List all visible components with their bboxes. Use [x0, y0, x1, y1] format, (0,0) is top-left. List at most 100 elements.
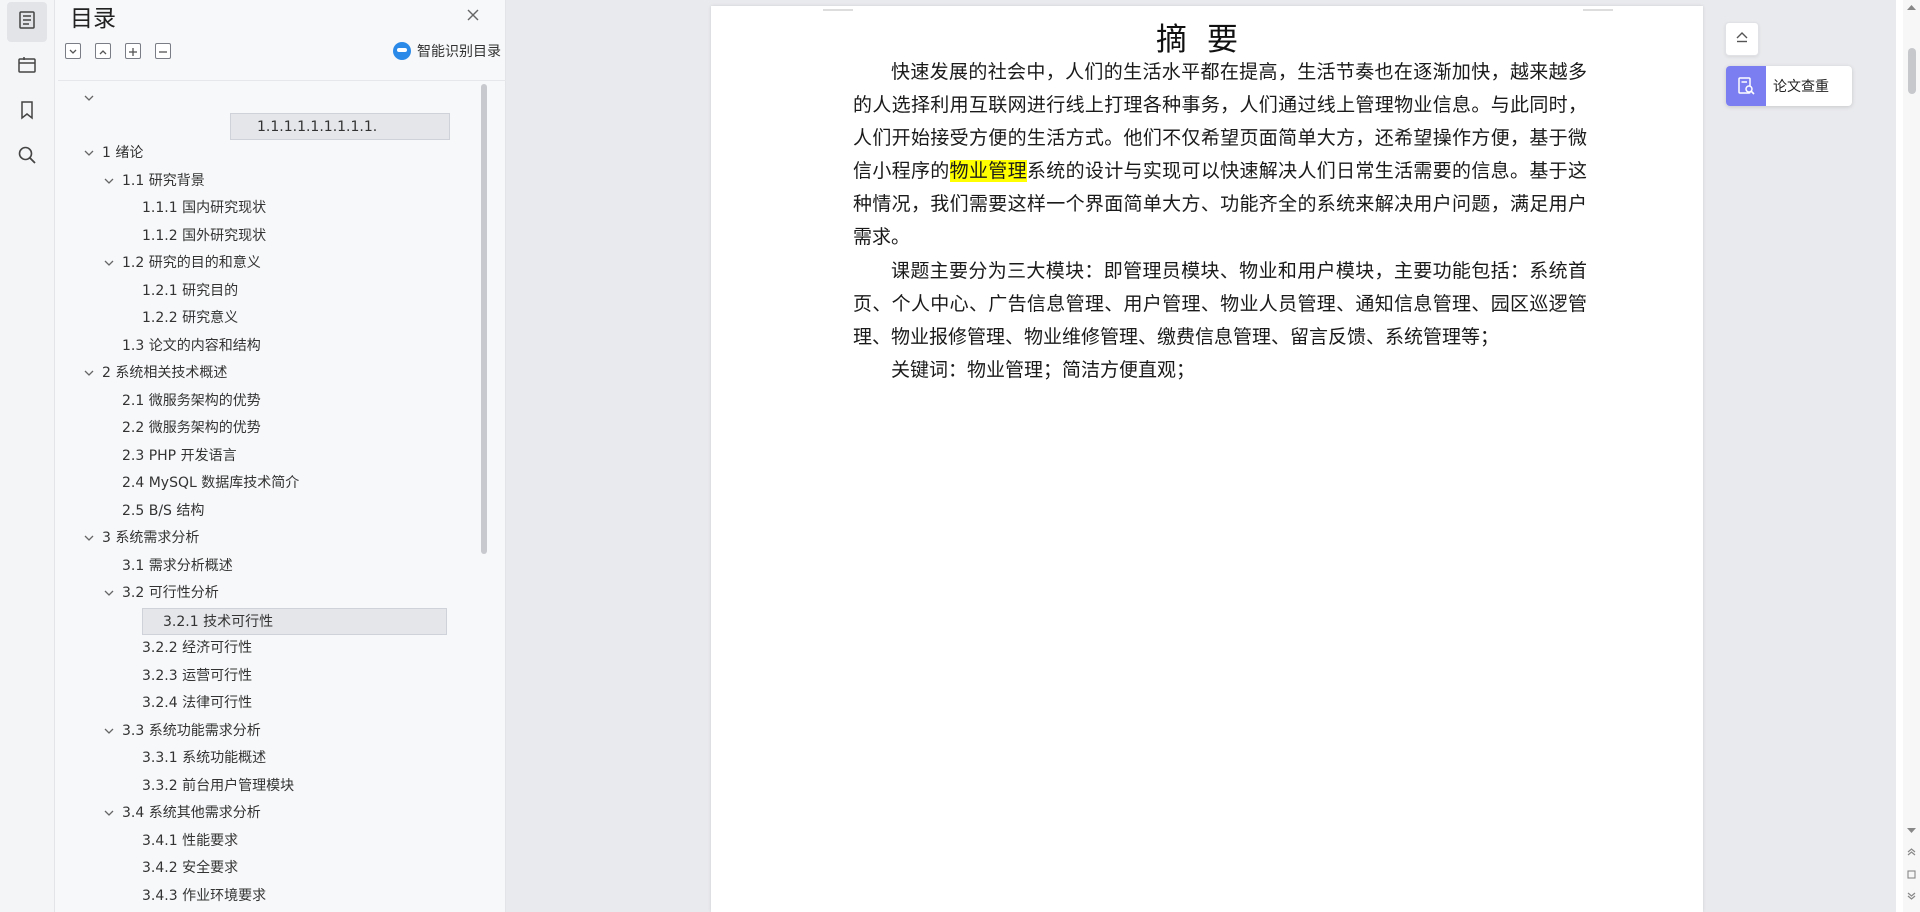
close-icon: [466, 7, 480, 26]
toc-item-label: 1.1.1.1.1.1.1.1.1.: [257, 118, 378, 135]
toc-item[interactable]: 3.3.1 系统功能概述: [142, 745, 266, 772]
toc-item[interactable]: 1.1 研究背景: [104, 168, 205, 195]
keywords-paragraph: 关键词：物业管理；简洁方便直观；: [891, 359, 1196, 381]
toc-item[interactable]: 3.1 需求分析概述: [122, 553, 233, 580]
toc-item[interactable]: 2.3 PHP 开发语言: [122, 443, 237, 470]
toc-item[interactable]: 2.1 微服务架构的优势: [122, 388, 261, 415]
back-to-top-button[interactable]: [1725, 22, 1759, 56]
toc-item[interactable]: 3.2.1 技术可行性: [142, 607, 447, 635]
toc-item[interactable]: 3.4 系统其他需求分析: [104, 800, 261, 827]
page-icon[interactable]: [1907, 870, 1916, 879]
chevron-down-icon[interactable]: [104, 726, 114, 736]
toc-item[interactable]: 2.4 MySQL 数据库技术简介: [122, 470, 299, 497]
toc-item[interactable]: 1.1.1.1.1.1.1.1.1.: [230, 112, 450, 140]
toc-item-label: 3.2.1 技术可行性: [163, 613, 274, 630]
toc-scrollbar[interactable]: [481, 84, 487, 554]
prev-page-icon[interactable]: [1907, 848, 1916, 856]
toc-item[interactable]: 3.2.2 经济可行性: [142, 635, 252, 662]
toc-item[interactable]: 2 系统相关技术概述: [84, 360, 228, 387]
toc-item-label: 3.2.2 经济可行性: [142, 640, 253, 656]
chevron-down-icon[interactable]: [84, 533, 94, 543]
search-icon: [17, 145, 37, 169]
toc-item[interactable]: 3.2.3 运营可行性: [142, 663, 252, 690]
toc-item[interactable]: 3 系统需求分析: [84, 525, 200, 552]
toc-item-label: 1.3 论文的内容和结构: [122, 337, 261, 354]
abstract-paragraph-2: 课题主要分为三大模块：即管理员模块、物业和用户模块，主要功能包括：系统首页、个人…: [853, 260, 1587, 348]
toc-panel: 目录 智能识别目录 1.1.1.1.1.1.1.1.1. 1 绪论 1.1 研究…: [55, 0, 508, 912]
toc-item-label: 1.2.1 研究目的: [142, 282, 239, 299]
document-search-icon: [1726, 66, 1766, 106]
toc-item[interactable]: 3.4.1 性能要求: [142, 828, 238, 855]
toc-item-label: 2.2 微服务架构的优势: [122, 420, 261, 436]
toc-item[interactable]: 3.2.4 法律可行性: [142, 690, 252, 717]
toc-item-label: 3.2.3 运营可行性: [142, 667, 253, 684]
chevron-down-icon[interactable]: [104, 258, 114, 268]
chevron-up-icon: [98, 42, 108, 61]
toc-item-label: 1.1.1 国内研究现状: [142, 200, 267, 216]
toc-item-label: 2.3 PHP 开发语言: [122, 447, 237, 464]
minus-icon: [158, 42, 168, 61]
chevron-down-icon[interactable]: [104, 808, 114, 818]
toc-item-label: 3.3 系统功能需求分析: [122, 722, 261, 739]
collapse-level-button[interactable]: [65, 43, 81, 59]
toc-item-label: 3 系统需求分析: [102, 530, 200, 546]
expand-level-button[interactable]: [95, 43, 111, 59]
toc-item[interactable]: 1.2 研究的目的和意义: [104, 250, 261, 277]
toc-item-label: 3.3.2 前台用户管理模块: [142, 777, 295, 794]
chevron-down-icon[interactable]: [104, 176, 114, 186]
smart-toc-label: 智能识别目录: [417, 44, 501, 60]
toc-item-label: 2.4 MySQL 数据库技术简介: [122, 475, 300, 491]
scroll-down-icon[interactable]: [1907, 827, 1916, 834]
chevron-down-icon[interactable]: [84, 93, 94, 103]
toc-item[interactable]: 3.4.3 作业环境要求: [142, 883, 266, 910]
chevron-down-icon: [68, 42, 78, 61]
toc-item[interactable]: 3.3 系统功能需求分析: [104, 718, 261, 745]
toc-item[interactable]: 1.2.2 研究意义: [142, 305, 238, 332]
toc-item-label: 1.1.2 国外研究现状: [142, 227, 267, 244]
ai-icon: [393, 42, 411, 60]
toc-item[interactable]: 2.2 微服务架构的优势: [122, 415, 261, 442]
document-viewer: 目录 智能识别目录 1.1.1.1.1.1.1.1.1. 1 绪论 1.1 研究…: [0, 0, 1920, 912]
smart-toc-button[interactable]: 智能识别目录: [393, 40, 501, 62]
toc-close-button[interactable]: [463, 6, 483, 26]
chevron-down-icon[interactable]: [84, 368, 94, 378]
search-button[interactable]: [7, 137, 47, 177]
toc-item[interactable]: 1.2.1 研究目的: [142, 278, 238, 305]
left-icon-rail: [0, 0, 55, 912]
add-heading-button[interactable]: [125, 43, 141, 59]
toc-item[interactable]: 3.4.2 安全要求: [142, 855, 238, 882]
toc-panel-button[interactable]: [7, 2, 47, 42]
toc-item-label: 1.1 研究背景: [122, 172, 205, 189]
toc-item-label: 2 系统相关技术概述: [102, 365, 228, 381]
bookmark-panel-button[interactable]: [7, 92, 47, 132]
remove-heading-button[interactable]: [155, 43, 171, 59]
toc-item-label: 1 绪论: [102, 145, 144, 161]
toc-list: 1.1.1.1.1.1.1.1.1. 1 绪论 1.1 研究背景 1.1.1 国内研究…: [58, 80, 508, 912]
toc-item[interactable]: 1 绪论: [84, 140, 144, 167]
scroll-thumb[interactable]: [1908, 48, 1916, 94]
chevron-down-icon[interactable]: [104, 588, 114, 598]
plagiarism-check-button[interactable]: 论文查重: [1726, 66, 1852, 106]
toc-item-label: 2.5 B/S 结构: [122, 502, 205, 519]
toc-item-label: 3.2.4 法律可行性: [142, 695, 253, 711]
outline-panel-button[interactable]: [7, 47, 47, 87]
toc-item[interactable]: 2.5 B/S 结构: [122, 498, 204, 525]
toc-item[interactable]: 1.1.1 国内研究现状: [142, 195, 266, 222]
abstract-heading: 摘要: [1156, 22, 1258, 58]
toc-item[interactable]: 1.3 论文的内容和结构: [122, 333, 261, 360]
toc-item-label: 3.4.1 性能要求: [142, 832, 239, 849]
chevron-down-icon[interactable]: [84, 148, 94, 158]
toc-panel-title: 目录: [70, 6, 116, 32]
scroll-up-icon[interactable]: [1907, 4, 1916, 11]
toc-item[interactable]: 3.2 可行性分析: [104, 580, 219, 607]
toc-item-label: 2.1 微服务架构的优势: [122, 392, 261, 409]
next-page-icon[interactable]: [1907, 892, 1916, 900]
bookmark-icon: [17, 100, 37, 124]
toc-item[interactable]: 3.3.2 前台用户管理模块: [142, 773, 294, 800]
plus-icon: [128, 42, 138, 61]
toc-item[interactable]: 1.1.2 国外研究现状: [142, 223, 266, 250]
document-page[interactable]: 摘要 快速发展的社会中，人们的生活水平都在提高，生活节奏也在逐渐加快，越来越多的…: [711, 6, 1703, 912]
abstract-paragraph-1: 快速发展的社会中，人们的生活水平都在提高，生活节奏也在逐渐加快，越来越多的人选择…: [853, 56, 1587, 254]
document-scrollbar[interactable]: [1903, 0, 1920, 912]
toc-item-label: 3.2 可行性分析: [122, 585, 219, 601]
